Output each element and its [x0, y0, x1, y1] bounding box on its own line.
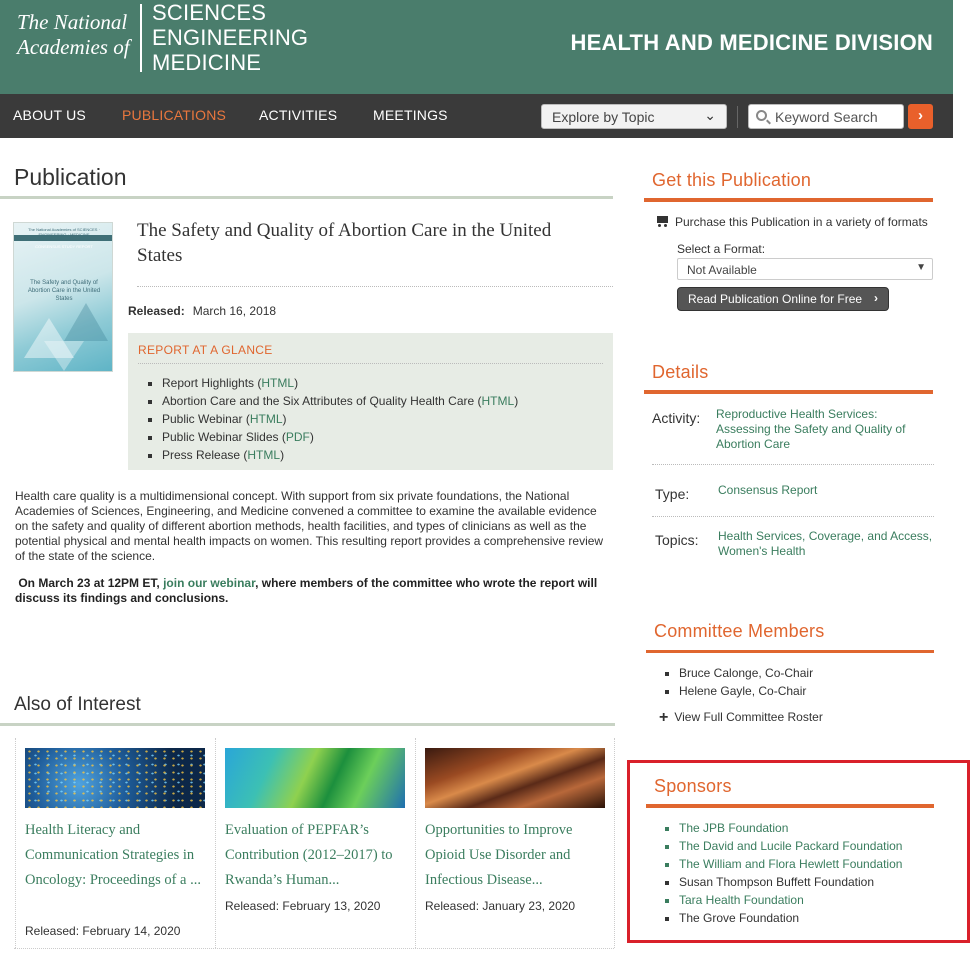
html-link[interactable]: HTML	[482, 394, 515, 408]
topics-links[interactable]: Health Services, Coverage, and Access, W…	[718, 529, 938, 559]
list-item: Public Webinar Slides (PDF)	[162, 428, 518, 446]
heading-rule	[646, 650, 934, 653]
view-roster-link[interactable]: + View Full Committee Roster	[659, 709, 823, 727]
committee-list: Bruce Calonge, Co-Chair Helene Gayle, Co…	[679, 664, 813, 700]
activity-link[interactable]: Reproductive Health Services: Assessing …	[716, 407, 926, 452]
list-item: Helene Gayle, Co-Chair	[679, 682, 813, 700]
type-link[interactable]: Consensus Report	[718, 483, 817, 498]
division-title[interactable]: HEALTH AND MEDICINE DIVISION	[571, 30, 934, 56]
cover-pattern	[64, 303, 108, 341]
read-online-button[interactable]: Read Publication Online for Free ›	[677, 287, 889, 311]
nav-divider	[737, 106, 738, 128]
nas-logo-text[interactable]: The National Academies of	[17, 10, 135, 60]
publication-title: The Safety and Quality of Abortion Care …	[137, 220, 552, 266]
nav-activities[interactable]: ACTIVITIES	[259, 107, 337, 123]
card-title-link[interactable]: Evaluation of PEPFAR’s Contribution (201…	[225, 818, 410, 893]
chevron-right-icon: ›	[874, 291, 878, 305]
publication-summary: Health care quality is a multidimensiona…	[15, 489, 604, 563]
main-nav: ABOUT US PUBLICATIONS ACTIVITIES MEETING…	[0, 94, 953, 138]
card-title-link[interactable]: Opportunities to Improve Opioid Use Diso…	[425, 818, 610, 893]
html-link[interactable]: HTML	[261, 376, 294, 390]
format-select[interactable]: Not Available ▼	[677, 258, 933, 280]
divider	[137, 286, 613, 287]
sidebar-heading-committee: Committee Members	[654, 621, 825, 641]
divider	[652, 464, 934, 465]
card-release-date: Released: February 13, 2020	[225, 899, 381, 913]
thumbnail-image[interactable]	[25, 748, 205, 808]
divider	[138, 363, 603, 364]
thumbnail-image[interactable]	[425, 748, 605, 808]
sidebar-heading-details: Details	[652, 362, 709, 382]
activity-label: Activity:	[652, 410, 701, 426]
related-card[interactable]: Evaluation of PEPFAR’s Contribution (201…	[215, 738, 413, 948]
heading-rule	[644, 390, 933, 394]
list-item: Bruce Calonge, Co-Chair	[679, 664, 813, 682]
search-icon	[756, 110, 767, 121]
cover-pattern	[44, 341, 84, 371]
card-bottom-rule	[14, 948, 614, 949]
html-link[interactable]: HTML	[247, 448, 280, 462]
keyword-search-input[interactable]: Keyword Search	[748, 104, 904, 129]
list-item: Report Highlights (HTML)	[162, 374, 518, 392]
report-at-a-glance: REPORT AT A GLANCE Report Highlights (HT…	[128, 333, 613, 470]
chevron-down-icon: ⌄	[704, 107, 716, 123]
heading-rule	[644, 198, 933, 202]
caret-down-icon: ▼	[916, 262, 926, 273]
nav-publications[interactable]: PUBLICATIONS	[122, 107, 226, 123]
card-release-date: Released: January 23, 2020	[425, 899, 576, 913]
logo-divider	[140, 4, 142, 72]
card-release-date: Released: February 14, 2020	[25, 924, 181, 938]
topics-label: Topics:	[655, 532, 699, 548]
site-header: The National Academies of SCIENCES ENGIN…	[0, 0, 953, 94]
webinar-notice: On March 23 at 12PM ET, join our webinar…	[15, 576, 598, 605]
pdf-link[interactable]: PDF	[286, 430, 310, 444]
plus-icon: +	[659, 709, 669, 726]
nav-meetings[interactable]: MEETINGS	[373, 107, 448, 123]
thumbnail-image[interactable]	[225, 748, 405, 808]
format-label: Select a Format:	[677, 242, 766, 256]
related-card[interactable]: Opportunities to Improve Opioid Use Diso…	[415, 738, 613, 948]
search-submit-button[interactable]: ›	[908, 104, 933, 129]
sidebar-heading-get-publication: Get this Publication	[652, 170, 812, 190]
list-item: Abortion Care and the Six Attributes of …	[162, 392, 518, 410]
related-card[interactable]: Health Literacy and Communication Strate…	[15, 738, 213, 948]
nas-logo-wordmark[interactable]: SCIENCES ENGINEERING MEDICINE	[152, 0, 308, 75]
heading-rule	[0, 196, 613, 199]
list-item: Public Webinar (HTML)	[162, 410, 518, 428]
purchase-text: Purchase this Publication in a variety o…	[655, 215, 928, 229]
glance-list: Report Highlights (HTML) Abortion Care a…	[162, 374, 518, 464]
chevron-right-icon: ›	[918, 107, 923, 124]
explore-by-topic-select[interactable]: Explore by Topic ⌄	[541, 104, 727, 129]
webinar-link[interactable]: join our webinar	[163, 576, 255, 590]
release-date: Released: March 16, 2018	[128, 304, 277, 318]
list-item: Press Release (HTML)	[162, 446, 518, 464]
card-divider	[614, 738, 615, 948]
sponsors-highlight-box	[627, 760, 970, 943]
glance-title: REPORT AT A GLANCE	[138, 343, 273, 357]
type-label: Type:	[655, 486, 690, 502]
html-link[interactable]: HTML	[250, 412, 283, 426]
section-heading-also-of-interest: Also of Interest	[14, 694, 141, 715]
nav-about-us[interactable]: ABOUT US	[13, 107, 86, 123]
card-title-link[interactable]: Health Literacy and Communication Strate…	[25, 818, 210, 893]
heading-rule	[0, 723, 615, 726]
section-heading-publication: Publication	[14, 164, 127, 190]
divider	[652, 516, 934, 517]
shopping-cart-icon	[655, 216, 669, 227]
publication-cover-image[interactable]: The National Academies of SCIENCES · ENG…	[13, 222, 113, 372]
